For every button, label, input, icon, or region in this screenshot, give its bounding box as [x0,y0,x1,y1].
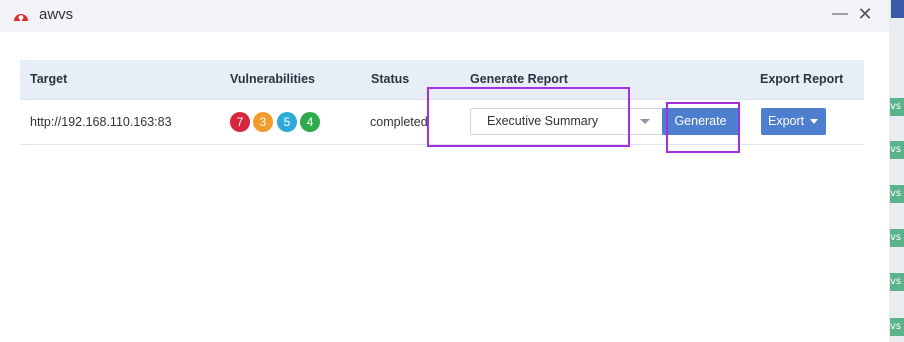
background-window-header [891,0,904,18]
minimize-button[interactable]: — [831,3,849,25]
chevron-down-icon [640,119,650,124]
severity-info-badge: 4 [300,112,320,132]
background-tab: vs [890,185,904,203]
severity-low-badge: 5 [277,112,297,132]
report-dialog: awvs — ✕ Target Vulnerabilities Status G… [0,0,889,342]
severity-high-badge: 7 [230,112,250,132]
column-header-vulnerabilities: Vulnerabilities [230,72,315,86]
scan-status: completed [370,115,428,129]
target-url: http://192.168.110.163:83 [30,115,172,129]
chevron-down-icon [810,119,818,124]
background-tab: vs [890,98,904,116]
column-header-target: Target [30,72,68,86]
background-tab: vs [890,141,904,159]
report-template-select[interactable]: Executive Summary [470,108,680,135]
background-tab: vs [890,273,904,291]
column-header-export-report: Export Report [760,72,844,86]
table-row: http://192.168.110.163:83 7 3 5 4 comple… [20,100,864,145]
severity-medium-badge: 3 [253,112,273,132]
background-tab: vs [890,229,904,247]
generate-button[interactable]: Generate [662,108,739,135]
report-template-value: Executive Summary [487,114,599,128]
background-tab: vs [890,318,904,336]
close-button[interactable]: ✕ [855,3,875,25]
table-header: Target Vulnerabilities Status Generate R… [20,60,864,100]
title-bar: awvs — ✕ [0,0,889,32]
export-button[interactable]: Export [761,108,826,135]
column-header-generate-report: Generate Report [470,72,568,86]
export-button-label: Export [768,114,805,128]
window-title: awvs [39,6,74,23]
column-header-status: Status [371,72,410,86]
awvs-logo-icon [14,14,28,22]
